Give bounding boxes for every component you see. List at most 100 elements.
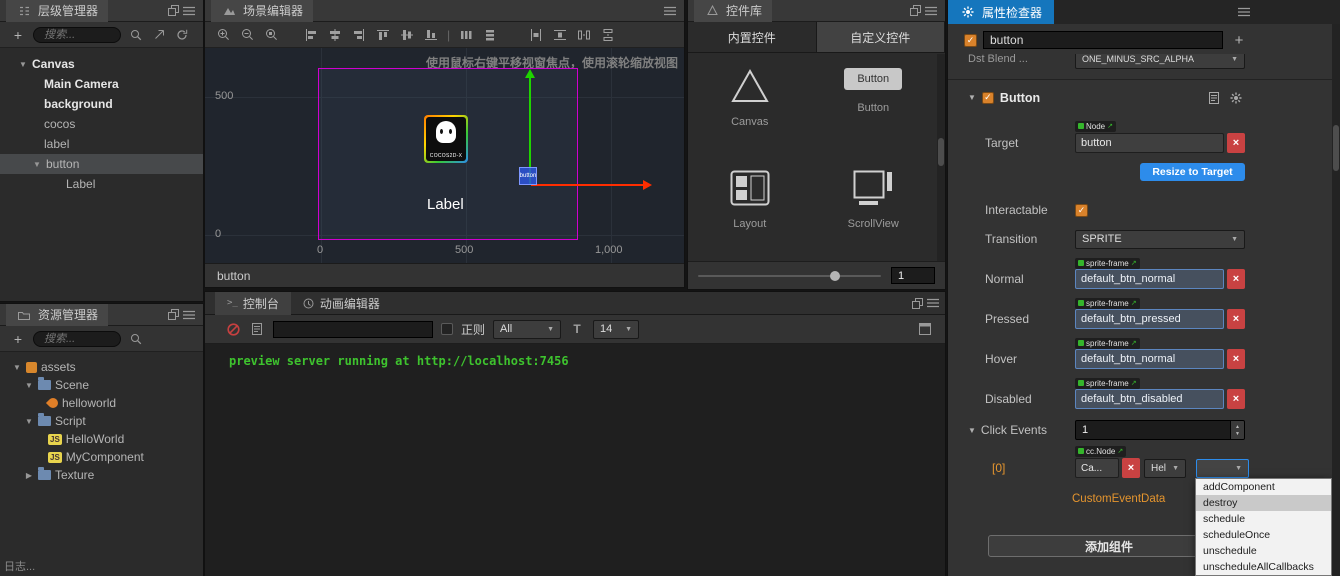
- hierarchy-tab[interactable]: 层级管理器: [6, 0, 109, 22]
- menu-item-unschedule[interactable]: unschedule: [1196, 543, 1331, 559]
- expand-arrow-icon[interactable]: ▼: [24, 381, 34, 390]
- assets-search-input[interactable]: [42, 331, 112, 346]
- node-active-checkbox[interactable]: ✓: [964, 33, 977, 47]
- add-component-button[interactable]: 添加组件: [988, 535, 1230, 557]
- regex-checkbox[interactable]: [441, 323, 453, 335]
- gizmo-x-axis[interactable]: [531, 184, 643, 186]
- pressed-sprite-field[interactable]: default_btn_pressed: [1075, 309, 1224, 329]
- align-left-icon[interactable]: [303, 27, 319, 43]
- event-target-field[interactable]: Ca...: [1075, 458, 1119, 478]
- zoom-in-icon[interactable]: [215, 27, 231, 43]
- interactable-checkbox[interactable]: ✓: [1075, 203, 1088, 217]
- scene-label-node[interactable]: Label: [427, 196, 464, 213]
- align-vcenter-icon[interactable]: [399, 27, 415, 43]
- goto-reference-icon[interactable]: ↗: [1131, 339, 1137, 348]
- library-scrollbar[interactable]: [937, 54, 945, 261]
- library-item-canvas[interactable]: Canvas: [688, 54, 812, 156]
- hierarchy-search-input[interactable]: [42, 27, 112, 42]
- asset-folder-scene[interactable]: ▼ Scene: [0, 376, 203, 394]
- clear-sprite-button[interactable]: ×: [1227, 269, 1245, 289]
- expand-arrow-icon[interactable]: ▼: [18, 60, 28, 69]
- float-window-icon[interactable]: [165, 307, 181, 323]
- dst-blend-dropdown[interactable]: ONE_MINUS_SRC_ALPHA ▼: [1075, 54, 1245, 69]
- goto-reference-icon[interactable]: ↗: [1131, 259, 1137, 268]
- resize-to-target-button[interactable]: Resize to Target: [1140, 163, 1245, 181]
- align-right-icon[interactable]: [351, 27, 367, 43]
- panel-menu-icon[interactable]: [662, 3, 678, 19]
- library-tab[interactable]: 控件库: [694, 0, 773, 22]
- component-enabled-checkbox[interactable]: ✓: [981, 91, 994, 104]
- scene-viewport[interactable]: 使用鼠标右键平移视窗焦点，使用滚轮缩放视图 500 0 0 500 1,000 …: [205, 48, 684, 263]
- disabled-sprite-field[interactable]: default_btn_disabled: [1075, 389, 1224, 409]
- click-events-count-stepper[interactable]: 1 ▲ ▼: [1075, 420, 1245, 440]
- asset-folder-script[interactable]: ▼ Script: [0, 412, 203, 430]
- panel-menu-icon[interactable]: [923, 3, 939, 19]
- search-icon[interactable]: [128, 27, 144, 43]
- goto-reference-icon[interactable]: ↗: [1107, 122, 1113, 131]
- tab-custom-controls[interactable]: 自定义控件: [816, 22, 945, 52]
- library-item-scrollview[interactable]: ScrollView: [812, 156, 936, 258]
- icon-size-slider[interactable]: [698, 270, 881, 281]
- cocos-sprite[interactable]: COCOS2D-X: [424, 115, 468, 163]
- console-filter-input[interactable]: [273, 320, 433, 338]
- library-item-button[interactable]: Button Button: [812, 54, 936, 156]
- step-down-icon[interactable]: ▼: [1235, 431, 1240, 437]
- expand-arrow-icon[interactable]: ▼: [32, 160, 42, 169]
- create-node-button[interactable]: +: [10, 27, 26, 43]
- tab-builtin-controls[interactable]: 内置控件: [688, 22, 817, 52]
- hierarchy-node-button-label[interactable]: Label: [0, 174, 203, 194]
- component-gear-icon[interactable]: [1228, 90, 1244, 106]
- menu-item-schedule[interactable]: schedule: [1196, 511, 1331, 527]
- clear-event-target-button[interactable]: ×: [1122, 458, 1140, 478]
- link-node-icon[interactable]: [151, 27, 167, 43]
- expand-arrow-icon[interactable]: ▼: [24, 417, 34, 426]
- button-component-header[interactable]: ▼ ✓ Button: [948, 85, 1332, 110]
- library-item-layout[interactable]: Layout: [688, 156, 812, 258]
- search-icon[interactable]: [128, 331, 144, 347]
- step-up-icon[interactable]: ▲: [1235, 424, 1240, 430]
- component-docs-icon[interactable]: [1206, 90, 1222, 106]
- collapse-component-icon[interactable]: ▼: [968, 93, 976, 102]
- hierarchy-node-main-camera[interactable]: Main Camera: [0, 74, 203, 94]
- hierarchy-node-canvas[interactable]: ▼ Canvas: [0, 54, 203, 74]
- asset-script-helloworld[interactable]: JS HelloWorld: [0, 430, 203, 448]
- goto-reference-icon[interactable]: ↗: [1117, 447, 1123, 456]
- panel-menu-icon[interactable]: [925, 295, 941, 311]
- panel-menu-icon[interactable]: [181, 307, 197, 323]
- zoom-reset-icon[interactable]: [263, 27, 279, 43]
- panel-menu-icon[interactable]: [181, 3, 197, 19]
- distribute-center-icon[interactable]: [552, 27, 568, 43]
- distribute-h-icon[interactable]: [458, 27, 474, 43]
- hierarchy-node-button[interactable]: ▼ button: [0, 154, 203, 174]
- hover-sprite-field[interactable]: default_btn_normal: [1075, 349, 1224, 369]
- stepper-arrows[interactable]: ▲ ▼: [1230, 421, 1244, 439]
- asset-root-assets[interactable]: ▼ assets: [0, 358, 203, 376]
- tab-console[interactable]: >_ 控制台: [215, 291, 291, 315]
- hierarchy-node-cocos[interactable]: cocos: [0, 114, 203, 134]
- distribute-gap-v-icon[interactable]: [600, 27, 616, 43]
- inspector-scrollbar[interactable]: [1332, 24, 1340, 576]
- float-window-icon[interactable]: [907, 3, 923, 19]
- gizmo-anchor-box[interactable]: button: [519, 167, 537, 185]
- tab-animation-editor[interactable]: 动画编辑器: [291, 292, 392, 315]
- asset-script-mycomponent[interactable]: JS MyComponent: [0, 448, 203, 466]
- panel-menu-icon[interactable]: [1236, 4, 1252, 20]
- goto-reference-icon[interactable]: ↗: [1131, 379, 1137, 388]
- collapse-log-icon[interactable]: [249, 321, 265, 337]
- node-name-input[interactable]: [983, 31, 1223, 49]
- icon-size-value[interactable]: 1: [891, 267, 935, 284]
- add-node-button[interactable]: +: [1231, 32, 1247, 49]
- clear-sprite-button[interactable]: ×: [1227, 389, 1245, 409]
- font-size-dropdown[interactable]: 14 ▼: [593, 319, 640, 339]
- assets-tab[interactable]: 资源管理器: [6, 303, 109, 326]
- asset-folder-texture[interactable]: ▶ Texture: [0, 466, 203, 484]
- log-level-dropdown[interactable]: All ▼: [493, 319, 562, 339]
- clear-console-icon[interactable]: [225, 321, 241, 337]
- clear-sprite-button[interactable]: ×: [1227, 349, 1245, 369]
- scrollbar-thumb[interactable]: [938, 138, 944, 166]
- float-window-icon[interactable]: [165, 3, 181, 19]
- float-window-icon[interactable]: [909, 295, 925, 311]
- align-top-icon[interactable]: [375, 27, 391, 43]
- maximize-console-icon[interactable]: [917, 321, 933, 337]
- inspector-tab[interactable]: 属性检查器: [948, 0, 1055, 24]
